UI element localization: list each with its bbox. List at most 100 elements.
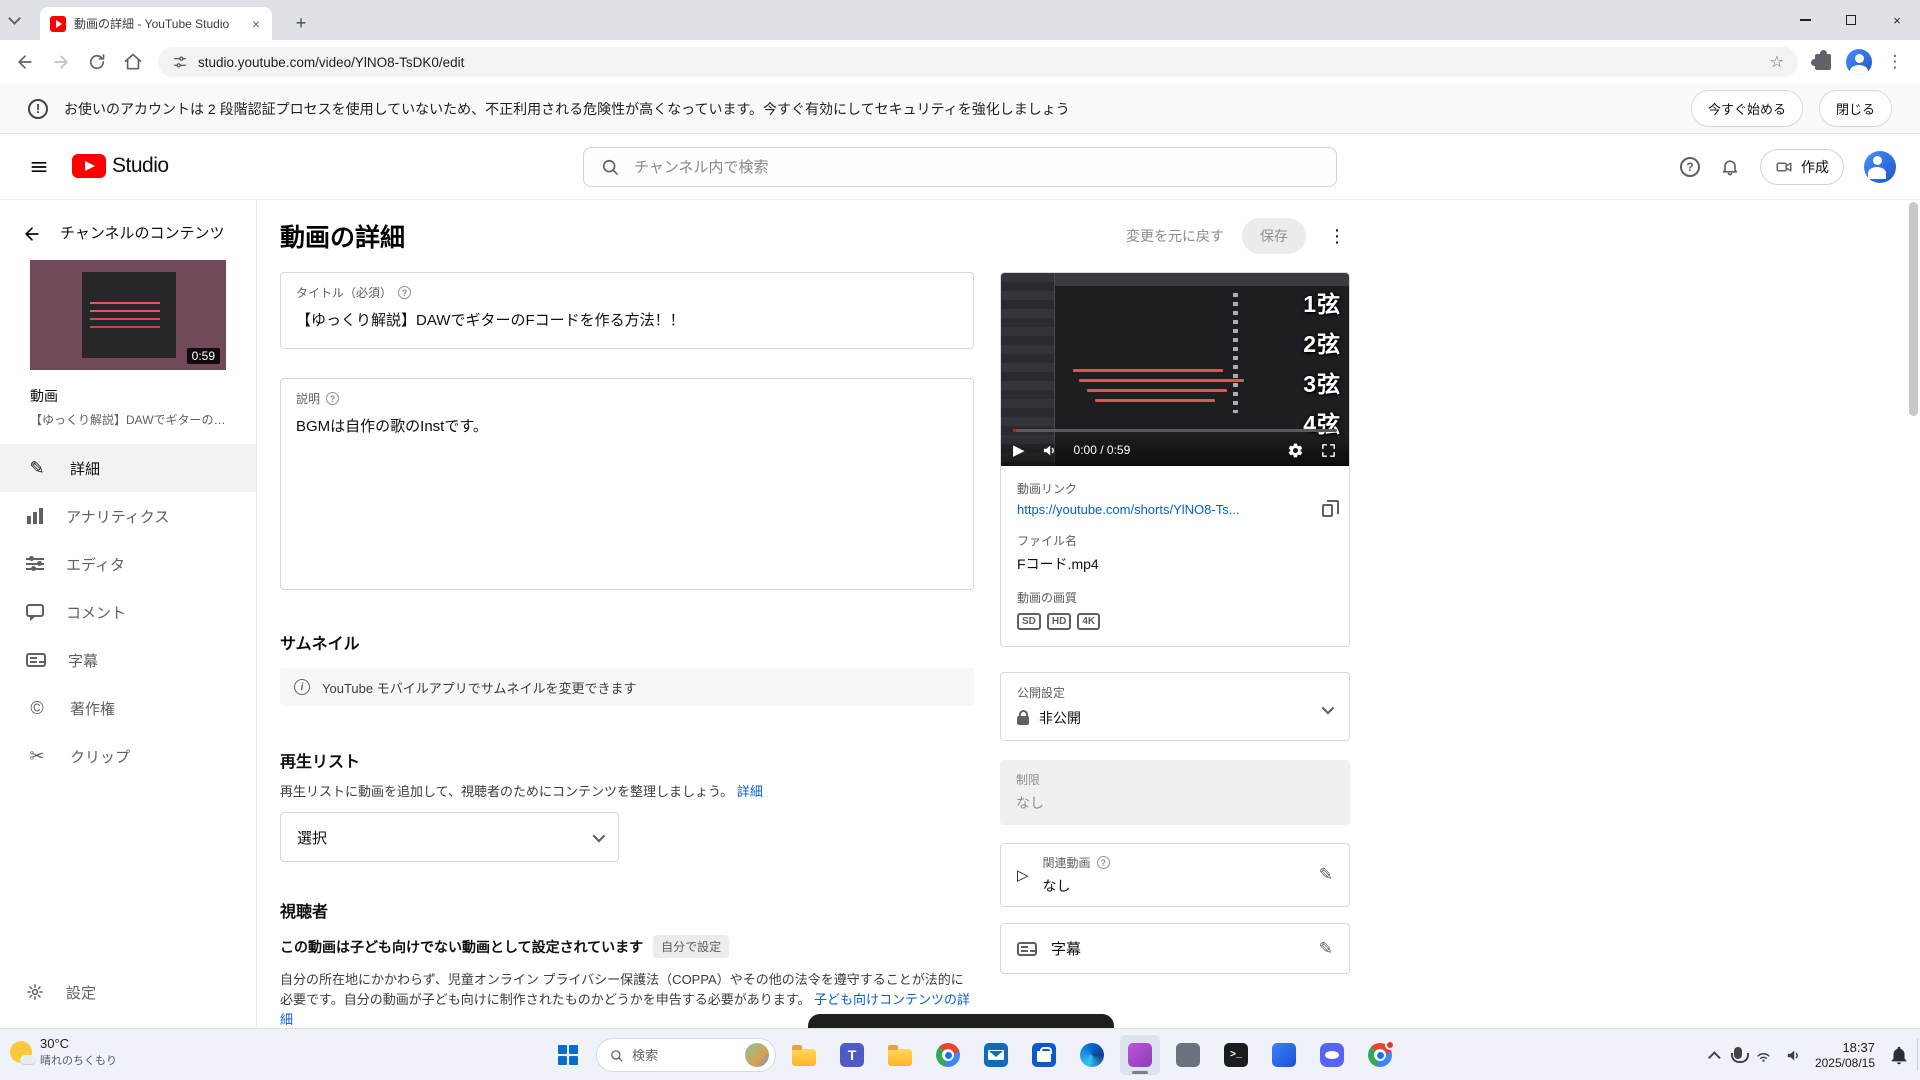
player-play-button[interactable]: ▶	[1013, 441, 1025, 459]
sidebar-item-settings[interactable]: 設定	[0, 968, 256, 1016]
back-button[interactable]	[8, 45, 42, 79]
playlist-more-link[interactable]: 詳細	[737, 784, 763, 799]
undo-changes-button[interactable]: 変更を元に戻す	[1126, 226, 1224, 246]
thumbnail-midi-notes	[1073, 369, 1243, 409]
visibility-card[interactable]: 公開設定 非公開	[1000, 672, 1350, 741]
video-player[interactable]: 1弦 2弦 3弦 4弦 ▶ 0:00 / 0:59	[1001, 273, 1349, 466]
bottom-toast[interactable]	[808, 1014, 1114, 1028]
url-text[interactable]: studio.youtube.com/video/YlNO8-TsDK0/edi…	[198, 55, 1760, 70]
copy-icon[interactable]	[1322, 504, 1333, 517]
pencil-icon[interactable]: ✎	[1319, 865, 1333, 885]
tab-title: 動画の詳細 - YouTube Studio	[74, 15, 242, 32]
sidebar-item-clips[interactable]: ✂ クリップ	[0, 732, 256, 780]
playlist-select[interactable]: 選択	[280, 812, 619, 862]
more-options-icon[interactable]: ⋮	[1324, 226, 1350, 247]
sidebar-item-comments[interactable]: コメント	[0, 588, 256, 636]
help-icon[interactable]: ?	[1680, 157, 1700, 177]
video-thumbnail[interactable]: 0:59	[30, 260, 226, 370]
title-help-icon[interactable]: ?	[398, 286, 411, 299]
description-field[interactable]: 説明 ? BGMは自作の歌のInstです。	[280, 378, 974, 590]
title-field-label: タイトル（必須）	[296, 284, 392, 301]
hd-badge: HD	[1047, 613, 1071, 630]
taskbar-app-mail[interactable]	[976, 1035, 1016, 1075]
weather-widget[interactable]: 30°C 晴れのちくもり	[10, 1036, 117, 1068]
taskbar-search[interactable]	[596, 1038, 776, 1072]
channel-search-input[interactable]	[634, 159, 1320, 176]
taskbar-search-input[interactable]	[632, 1048, 732, 1063]
player-seek-bar[interactable]	[1013, 429, 1337, 432]
hamburger-menu-icon[interactable]	[22, 155, 56, 179]
tab-search-chevron-icon[interactable]	[8, 12, 21, 25]
taskbar-app-blue[interactable]	[1264, 1035, 1304, 1075]
taskbar-app-edge[interactable]	[1072, 1035, 1112, 1075]
browser-tabstrip: 動画の詳細 - YouTube Studio × + ×	[0, 0, 1920, 40]
extensions-icon[interactable]	[1806, 45, 1840, 79]
home-button[interactable]	[116, 45, 150, 79]
taskbar-app-chrome[interactable]	[928, 1035, 968, 1075]
sidebar-item-analytics[interactable]: アナリティクス	[0, 492, 256, 540]
lock-icon	[1017, 716, 1029, 725]
playlist-select-value: 選択	[297, 827, 327, 848]
taskbar-app-discord[interactable]	[1312, 1035, 1352, 1075]
notification-center-bell-icon[interactable]	[1888, 1044, 1910, 1066]
studio-profile-avatar[interactable]	[1864, 151, 1896, 183]
related-help-icon[interactable]: ?	[1097, 856, 1110, 869]
video-link-url[interactable]: https://youtube.com/shorts/YlNO8-Ts...	[1017, 502, 1240, 517]
related-video-card[interactable]: ▷ 関連動画 ? なし ✎	[1000, 843, 1350, 907]
start-button[interactable]	[548, 1035, 588, 1075]
volume-icon[interactable]	[1785, 1047, 1802, 1064]
taskbar-app-file-explorer[interactable]	[784, 1035, 824, 1075]
title-field-value[interactable]: 【ゆっくり解説】DAWでギターのFコードを作る方法！！	[296, 309, 958, 330]
sidebar-item-editor[interactable]: エディタ	[0, 540, 256, 588]
title-field[interactable]: タイトル（必須） ? 【ゆっくり解説】DAWでギターのFコードを作る方法！！	[280, 272, 974, 349]
player-settings-gear-icon[interactable]	[1287, 442, 1304, 459]
taskbar-clock[interactable]: 18:37 2025/08/15	[1815, 1040, 1875, 1070]
sidebar-item-copyright[interactable]: © 著作権	[0, 684, 256, 732]
create-button[interactable]: 作成	[1760, 149, 1844, 185]
forward-button[interactable]	[44, 45, 78, 79]
banner-start-button[interactable]: 今すぐ始める	[1691, 90, 1803, 127]
sd-badge: SD	[1017, 613, 1041, 630]
taskbar-app-chrome-2[interactable]	[1360, 1035, 1400, 1075]
tab-close-icon[interactable]: ×	[250, 15, 262, 33]
youtube-studio-logo[interactable]: Studio	[72, 154, 169, 178]
sidebar-item-subtitles[interactable]: 字幕	[0, 636, 256, 684]
page-scrollbar[interactable]	[1909, 202, 1918, 416]
sidebar-item-details[interactable]: ✎ 詳細	[0, 444, 256, 492]
channel-search-bar[interactable]	[583, 147, 1337, 187]
taskbar-app-teams[interactable]	[832, 1035, 872, 1075]
notifications-bell-icon[interactable]	[1720, 157, 1740, 177]
taskbar-app-active[interactable]	[1120, 1035, 1160, 1075]
player-volume-icon[interactable]	[1041, 442, 1058, 459]
taskbar-app-gray[interactable]	[1168, 1035, 1208, 1075]
tray-overflow-chevron-icon[interactable]	[1708, 1051, 1721, 1064]
subtitles-icon	[1017, 942, 1037, 956]
reload-button[interactable]	[80, 45, 114, 79]
player-fullscreen-icon[interactable]	[1320, 442, 1337, 459]
bookmark-star-icon[interactable]: ☆	[1770, 52, 1784, 72]
description-help-icon[interactable]: ?	[326, 392, 339, 405]
browser-profile-avatar[interactable]	[1842, 45, 1876, 79]
banner-close-button[interactable]: 閉じる	[1819, 90, 1892, 127]
taskbar-app-store[interactable]	[1024, 1035, 1064, 1075]
taskbar-app-terminal[interactable]	[1216, 1035, 1256, 1075]
back-label: チャンネルのコンテンツ	[60, 224, 225, 244]
description-field-value[interactable]: BGMは自作の歌のInstです。	[296, 415, 958, 436]
microphone-icon[interactable]	[1734, 1047, 1742, 1059]
wifi-icon[interactable]	[1755, 1047, 1772, 1064]
address-bar[interactable]: studio.youtube.com/video/YlNO8-TsDK0/edi…	[158, 47, 1798, 77]
browser-menu-button[interactable]: ⋮	[1878, 45, 1912, 79]
subtitles-card[interactable]: 字幕 ✎	[1000, 923, 1350, 974]
new-tab-button[interactable]: +	[288, 10, 314, 36]
window-close-button[interactable]: ×	[1874, 0, 1920, 40]
save-button[interactable]: 保存	[1242, 218, 1306, 254]
taskbar-app-folder[interactable]	[880, 1035, 920, 1075]
site-settings-icon[interactable]	[172, 54, 188, 70]
filename-value: Fコード.mp4	[1017, 554, 1333, 574]
window-minimize-button[interactable]	[1782, 0, 1828, 40]
back-to-channel-content[interactable]: チャンネルのコンテンツ	[0, 216, 256, 250]
pencil-icon[interactable]: ✎	[1319, 939, 1333, 959]
browser-tab[interactable]: 動画の詳細 - YouTube Studio ×	[40, 7, 272, 40]
search-highlight-image[interactable]	[745, 1043, 769, 1067]
window-maximize-button[interactable]	[1828, 0, 1874, 40]
